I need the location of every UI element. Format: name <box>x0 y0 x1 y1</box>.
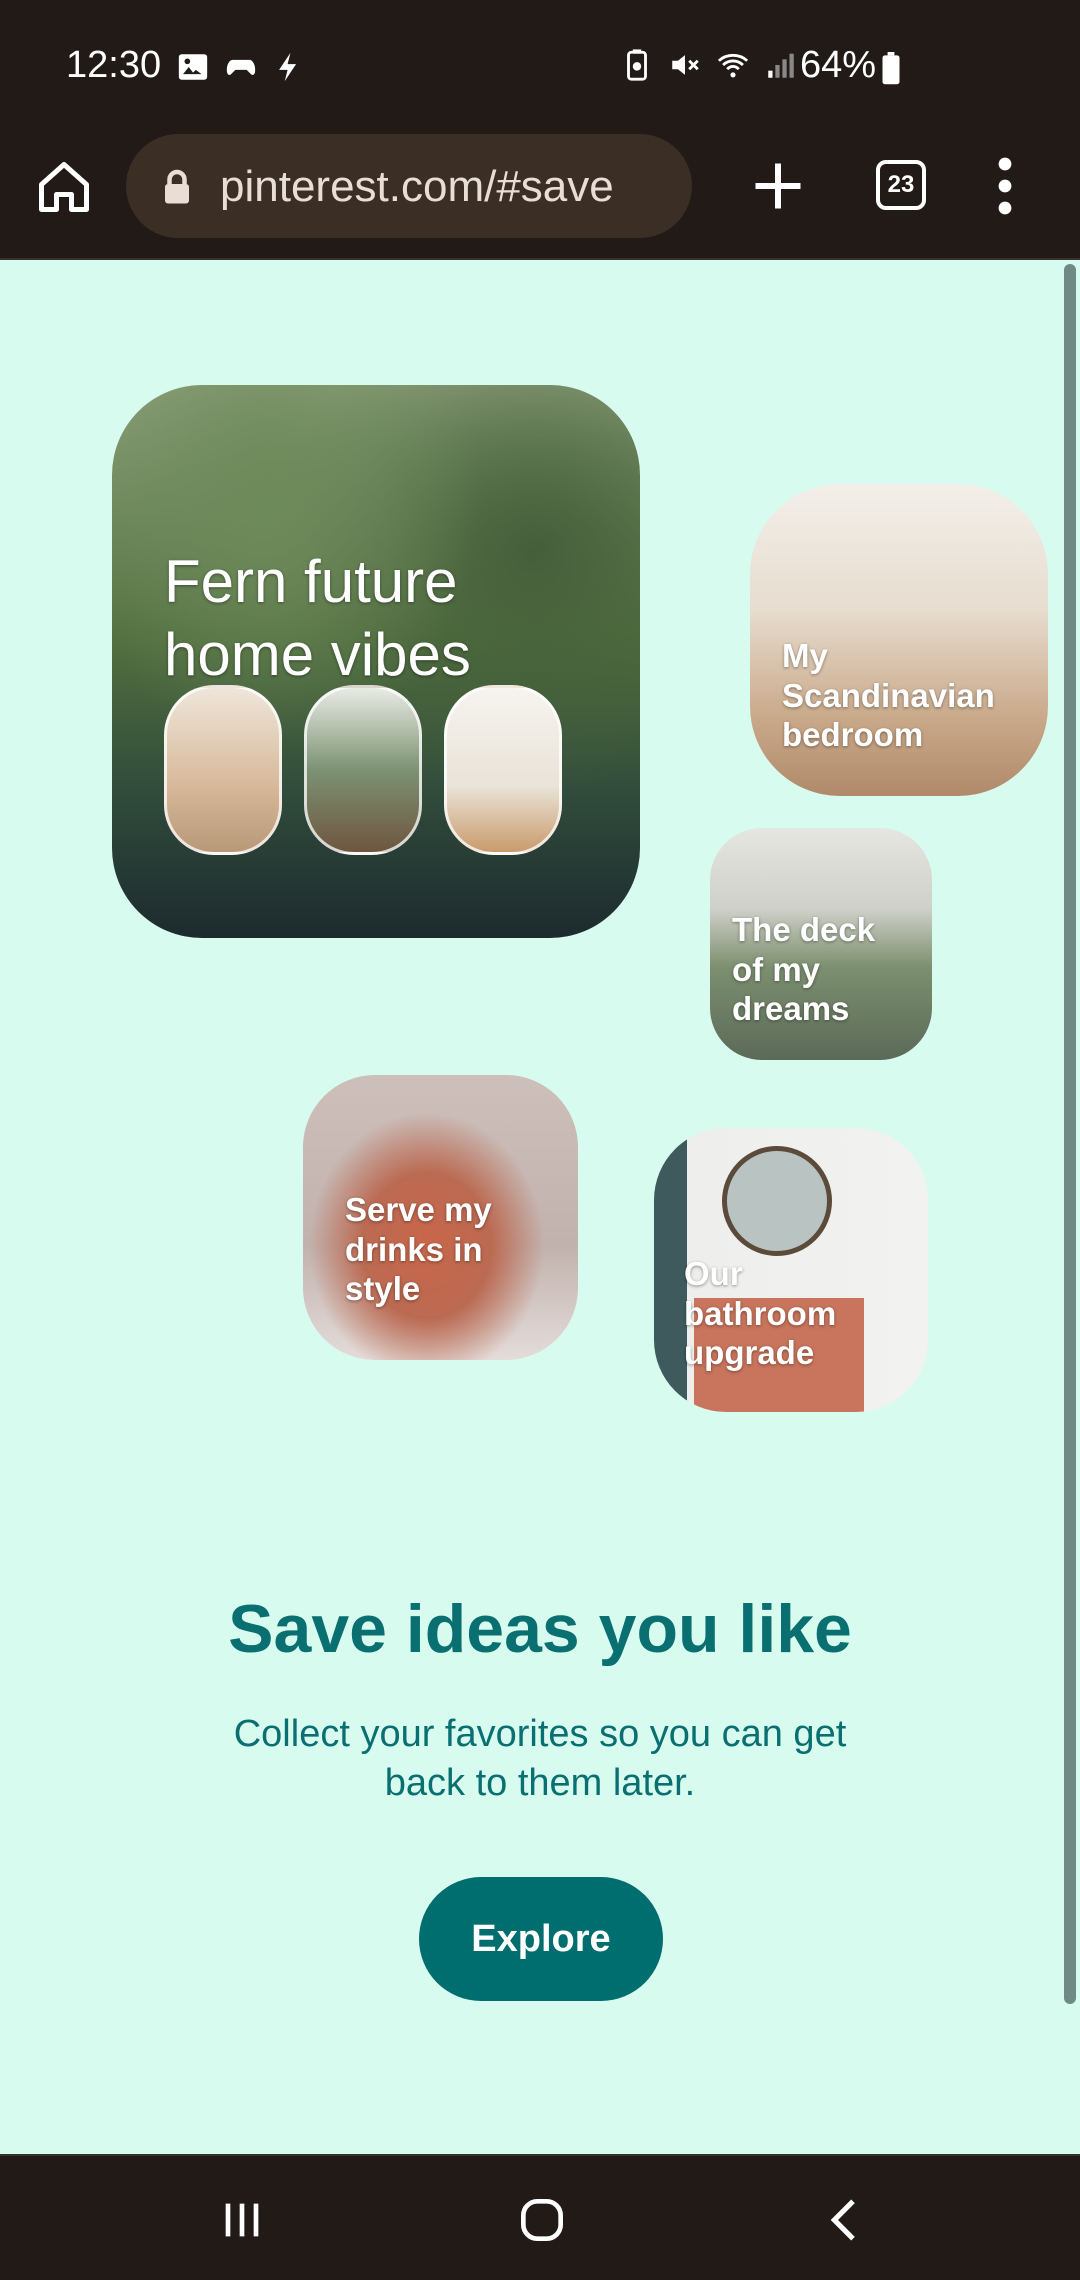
page-subtext: Collect your favorites so you can get ba… <box>233 1713 847 1804</box>
back-icon[interactable] <box>816 2192 876 2248</box>
charging-bolt-icon <box>279 52 297 82</box>
board-title: Serve my drinks in style <box>345 1191 492 1308</box>
wifi-icon <box>717 53 749 78</box>
system-icons <box>620 48 798 82</box>
gallery-icon <box>178 54 208 80</box>
board-card-deck[interactable]: The deck of my dreams <box>710 828 932 1060</box>
notification-icons <box>176 50 306 84</box>
board-title: The deck of my dreams <box>732 911 876 1028</box>
board-thumbnail <box>444 685 562 855</box>
new-tab-icon[interactable] <box>748 156 808 216</box>
board-thumbnail <box>304 685 422 855</box>
home-icon[interactable] <box>34 157 94 217</box>
page-scrollbar[interactable] <box>1064 264 1076 2004</box>
board-thumbnail <box>164 685 282 855</box>
battery-saver-icon <box>627 49 647 81</box>
mute-icon <box>672 55 699 75</box>
signal-icon <box>768 53 794 78</box>
board-card-drinks[interactable]: Serve my drinks in style <box>303 1075 578 1360</box>
board-card-fern[interactable]: Fern future home vibes <box>112 385 640 938</box>
url-text: pinterest.com/#save <box>220 162 614 211</box>
system-nav-bar <box>0 2154 1080 2280</box>
explore-button[interactable]: Explore <box>419 1877 663 2001</box>
game-controller-icon <box>226 59 256 75</box>
board-card-bathroom[interactable]: Our bathroom upgrade <box>654 1128 928 1412</box>
battery-percentage: 64% <box>800 44 877 86</box>
status-time: 12:30 <box>66 44 162 86</box>
board-card-scandinavian-bedroom[interactable]: My Scandinavian bedroom <box>750 484 1048 796</box>
lock-icon <box>165 169 189 204</box>
address-bar[interactable]: pinterest.com/#save <box>126 134 692 238</box>
status-bar: 12:30 64% <box>0 0 1080 130</box>
recent-apps-icon[interactable] <box>212 2192 272 2248</box>
page-headline: Save ideas you like <box>228 1591 852 1667</box>
board-title: Our bathroom upgrade <box>684 1255 837 1372</box>
board-title: My Scandinavian bedroom <box>782 637 995 754</box>
board-title: Fern future home vibes <box>164 548 471 689</box>
mirror-image <box>722 1146 832 1256</box>
tab-switcher-button[interactable]: 23 <box>876 160 926 210</box>
home-nav-icon[interactable] <box>512 2192 572 2248</box>
browser-toolbar: pinterest.com/#save 23 <box>0 130 1080 260</box>
battery-icon <box>882 52 900 85</box>
more-menu-icon[interactable] <box>990 156 1020 216</box>
